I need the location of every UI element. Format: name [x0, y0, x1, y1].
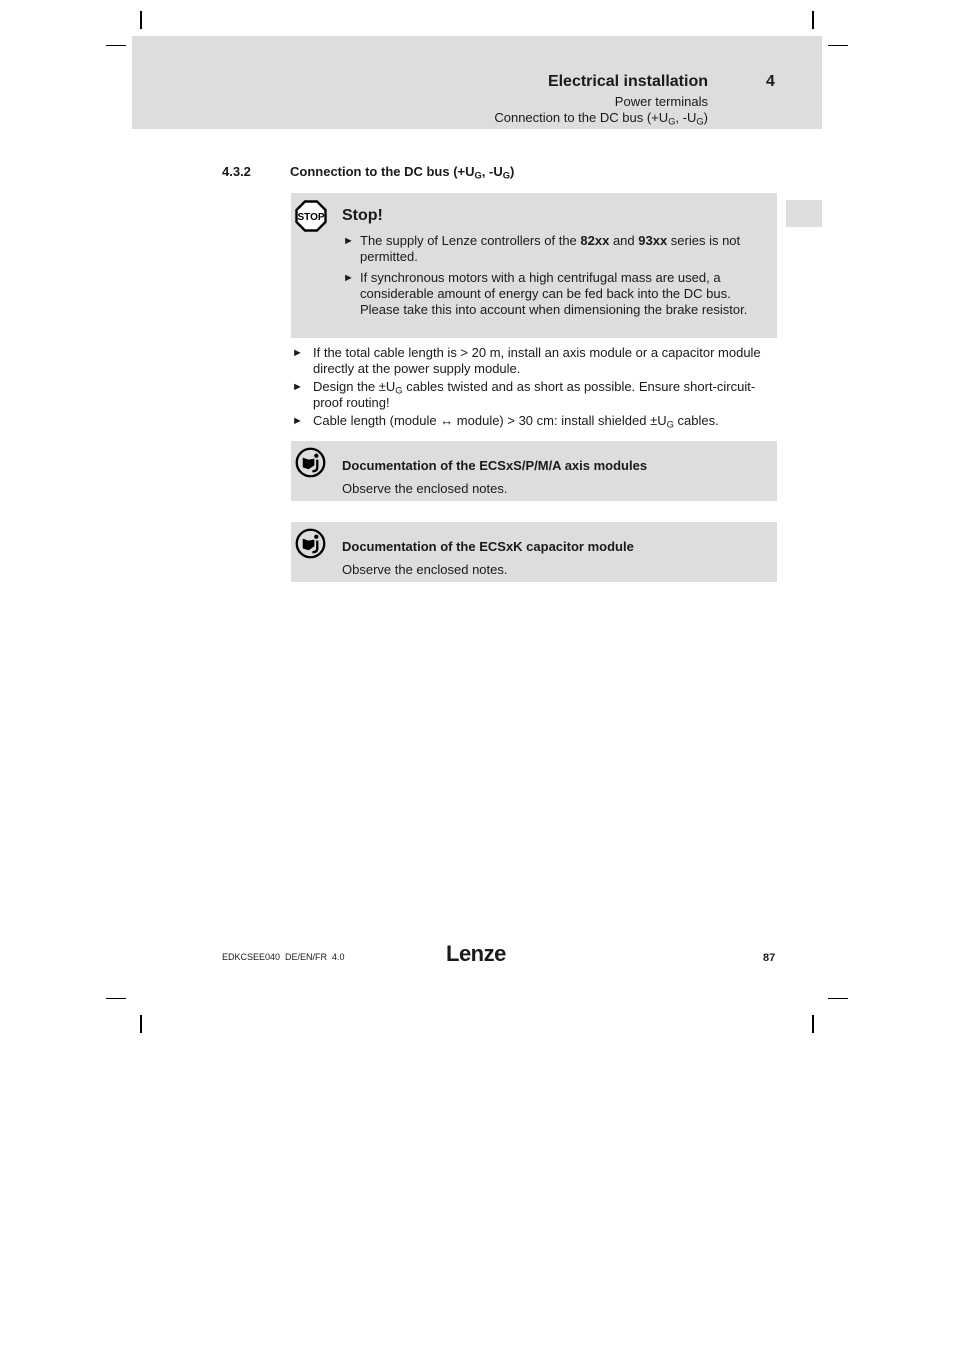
note-text: Observe the enclosed notes.: [342, 481, 508, 496]
crop-mark: [106, 998, 126, 999]
breadcrumb-text: , -U: [675, 110, 697, 125]
item-text: cables.: [673, 413, 719, 428]
note-text: Observe the enclosed notes.: [342, 562, 508, 577]
header-title: Electrical installation: [547, 73, 708, 90]
documentation-hint-icon: [295, 447, 326, 478]
list-item: ► The supply of Lenze controllers of the…: [343, 233, 771, 265]
bullet-triangle-icon: ►: [343, 272, 354, 284]
subscript: G: [395, 385, 403, 396]
crop-mark: [828, 45, 848, 46]
document-id: EDKCSEE040 DE/EN/FR 4.0: [222, 952, 345, 962]
svg-text:STOP: STOP: [297, 212, 324, 223]
item-text: Cable length (module ↔ module) > 30 cm: …: [313, 413, 667, 428]
breadcrumb-text: Connection to the DC bus (+U: [494, 110, 669, 125]
crop-mark: [812, 11, 814, 29]
header-subtitle: Power terminals: [614, 94, 708, 109]
stop-heading: Stop!: [342, 207, 383, 224]
stop-list: ► The supply of Lenze controllers of the…: [343, 233, 771, 323]
controller-series: 82xx: [580, 233, 610, 248]
item-text: and: [609, 233, 639, 248]
section-title-text: ): [510, 164, 515, 179]
subscript: G: [474, 170, 482, 181]
documentation-note-box: Documentation of the ECSxS/P/M/A axis mo…: [291, 441, 777, 501]
section-title-text: , -U: [481, 164, 503, 179]
crop-mark: [140, 11, 142, 29]
documentation-hint-icon: [295, 528, 326, 559]
item-text: If synchronous motors with a high centri…: [360, 270, 748, 317]
header-breadcrumb: Connection to the DC bus (+UG, -UG): [494, 110, 708, 127]
section-title-text: Connection to the DC bus (+U: [290, 164, 475, 179]
lenze-logo: Lenze: [446, 941, 506, 966]
subscript: G: [502, 170, 511, 181]
instruction-list: ► If the total cable length is > 20 m, i…: [291, 345, 771, 431]
bullet-triangle-icon: ►: [292, 381, 303, 393]
page-header: [132, 36, 822, 129]
bullet-triangle-icon: ►: [292, 347, 303, 359]
list-item: ► Cable length (module ↔ module) > 30 cm…: [291, 413, 771, 429]
crop-mark: [828, 998, 848, 999]
breadcrumb-text: ): [703, 110, 708, 125]
item-text: If the total cable length is > 20 m, ins…: [313, 345, 761, 376]
section-number: 4.3.2: [222, 164, 251, 179]
stop-sign-icon: STOP: [295, 200, 327, 232]
note-title: Documentation of the ECSxK capacitor mod…: [342, 539, 634, 554]
list-item: ► If synchronous motors with a high cent…: [343, 270, 771, 318]
item-text: The supply of Lenze controllers of the: [360, 233, 581, 248]
controller-series: 93xx: [638, 233, 668, 248]
chapter-side-tab: [786, 200, 822, 227]
chapter-number: 4: [766, 73, 775, 90]
documentation-note-box: Documentation of the ECSxK capacitor mod…: [291, 522, 777, 582]
note-title: Documentation of the ECSxS/P/M/A axis mo…: [342, 458, 648, 473]
subscript: G: [696, 116, 704, 127]
bullet-triangle-icon: ►: [292, 415, 303, 427]
stop-warning-box: STOP Stop! ► The supply of Lenze control…: [291, 193, 777, 338]
list-item: ► Design the ±UG cables twisted and as s…: [291, 379, 771, 411]
list-item: ► If the total cable length is > 20 m, i…: [291, 345, 771, 377]
page-number: 87: [763, 952, 776, 964]
item-text: Design the ±U: [313, 379, 396, 394]
section-title: Connection to the DC bus (+UG, -UG): [290, 164, 515, 181]
bullet-triangle-icon: ►: [343, 235, 354, 247]
crop-mark: [812, 1015, 814, 1033]
crop-mark: [140, 1015, 142, 1033]
crop-mark: [106, 45, 126, 46]
subscript: G: [666, 419, 674, 430]
